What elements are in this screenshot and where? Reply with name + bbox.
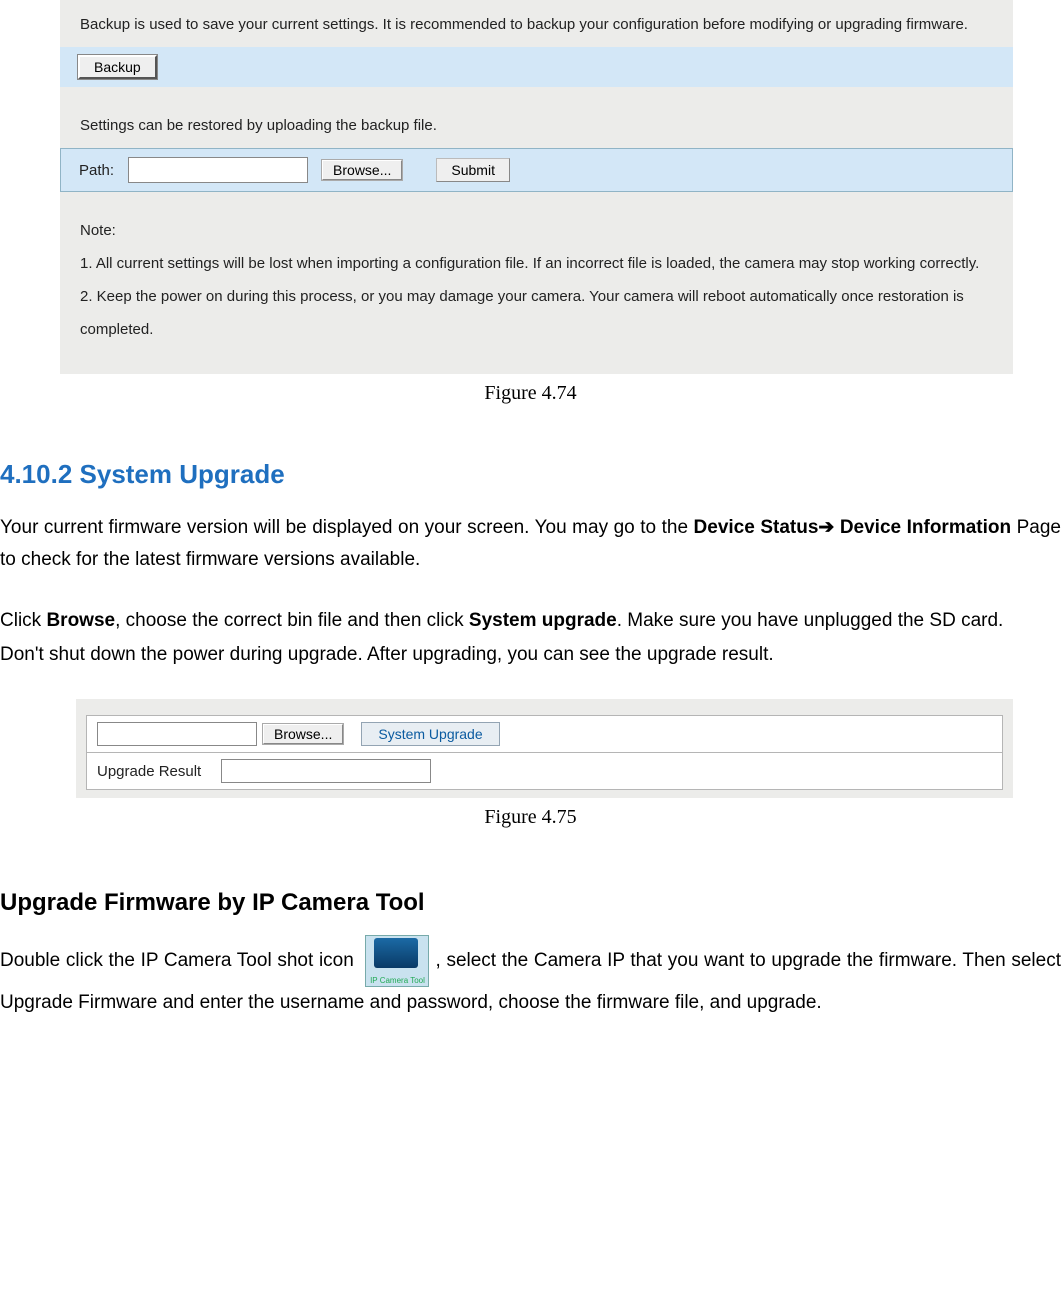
- backup-button-row: Backup: [60, 47, 1013, 87]
- system-upgrade-para-2: Click Browse, choose the correct bin fil…: [0, 605, 1061, 637]
- figure-4-75-caption: Figure 4.75: [0, 806, 1061, 829]
- note-1: 1. All current settings will be lost whe…: [80, 247, 993, 280]
- backup-button[interactable]: Backup: [78, 55, 157, 79]
- system-upgrade-para-1: Your current firmware version will be di…: [0, 512, 1061, 577]
- section-heading-system-upgrade: 4.10.2 System Upgrade: [0, 435, 1061, 502]
- system-upgrade-panel: Browse... System Upgrade Upgrade Result: [76, 699, 1013, 798]
- submit-button[interactable]: Submit: [436, 158, 510, 182]
- ip-camera-tool-para: Double click the IP Camera Tool shot ico…: [0, 935, 1061, 1019]
- browse-button[interactable]: Browse...: [322, 160, 402, 180]
- figure-4-74-caption: Figure 4.74: [0, 382, 1061, 405]
- restore-path-row: Path: Browse... Submit: [60, 148, 1013, 192]
- note-title: Note:: [80, 214, 993, 247]
- note-2: 2. Keep the power on during this process…: [80, 280, 993, 346]
- note-block: Note: 1. All current settings will be lo…: [60, 192, 1013, 346]
- upgrade-browse-button[interactable]: Browse...: [263, 724, 343, 744]
- backup-description: Backup is used to save your current sett…: [60, 0, 1013, 47]
- arrow-icon: ➔: [818, 517, 834, 538]
- backup-restore-panel: Backup is used to save your current sett…: [60, 0, 1013, 374]
- upgrade-result-row: Upgrade Result: [86, 753, 1003, 790]
- system-upgrade-button[interactable]: System Upgrade: [361, 722, 499, 746]
- path-input[interactable]: [128, 157, 308, 183]
- ip-camera-tool-icon: IP Camera Tool: [365, 935, 429, 987]
- upgrade-file-input[interactable]: [97, 722, 257, 746]
- system-upgrade-para-3: Don't shut down the power during upgrade…: [0, 639, 1061, 671]
- upgrade-file-row: Browse... System Upgrade: [86, 715, 1003, 753]
- upgrade-result-field: [221, 759, 431, 783]
- subsection-heading-ip-camera-tool: Upgrade Firmware by IP Camera Tool: [0, 889, 1061, 917]
- restore-description: Settings can be restored by uploading th…: [60, 87, 1013, 148]
- upgrade-result-label: Upgrade Result: [97, 763, 201, 780]
- path-label: Path:: [79, 162, 114, 179]
